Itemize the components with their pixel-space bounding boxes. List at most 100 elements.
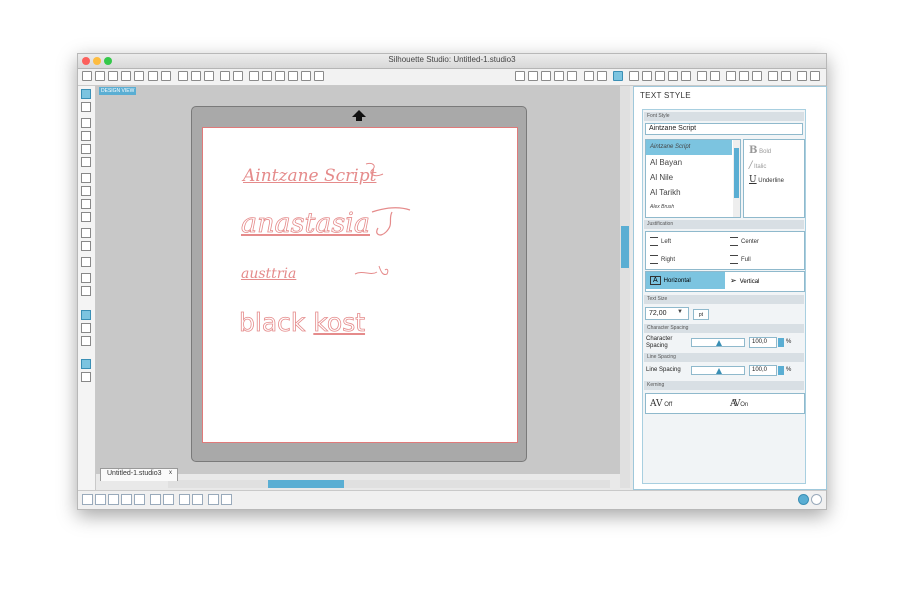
horizontal-scrollbar[interactable] — [168, 480, 610, 488]
font-list-item[interactable]: Al Nile — [646, 170, 732, 185]
refresh-icon[interactable] — [811, 494, 822, 505]
offset-icon[interactable] — [710, 71, 720, 81]
weld-icon[interactable] — [179, 494, 190, 505]
print-icon[interactable] — [148, 71, 158, 81]
character-spacing-slider[interactable] — [691, 338, 745, 347]
make-compound-icon[interactable] — [108, 494, 119, 505]
italic-toggle[interactable]: / Italic — [749, 160, 766, 171]
align-icon[interactable] — [629, 71, 639, 81]
arc-tool-icon[interactable] — [81, 228, 91, 238]
document-tab-close-icon[interactable]: x — [169, 470, 172, 476]
panel-toggle-icon[interactable] — [81, 359, 91, 369]
undo-icon[interactable] — [220, 71, 230, 81]
redo-icon[interactable] — [233, 71, 243, 81]
character-spacing-stepper[interactable] — [778, 338, 784, 347]
select-arrow-icon[interactable] — [81, 89, 91, 99]
font-list-item[interactable]: Alex Brush — [646, 200, 732, 215]
document-tab[interactable]: Untitled-1.studio3 x — [100, 468, 178, 481]
rounded-rectangle-tool-icon[interactable] — [81, 144, 91, 154]
ungroup-icon[interactable] — [95, 494, 106, 505]
release-compound-icon[interactable] — [121, 494, 132, 505]
design-page[interactable]: Aintzane Script anastasia austtria black… — [202, 127, 518, 443]
line-spacing-slider[interactable] — [691, 366, 745, 375]
save-icon[interactable] — [121, 71, 131, 81]
rectangle-tool-icon[interactable] — [81, 131, 91, 141]
page-setup-icon[interactable] — [597, 71, 607, 81]
scale-icon[interactable] — [655, 71, 665, 81]
font-list-item[interactable]: Aintzane Script — [646, 140, 732, 155]
registration-icon[interactable] — [221, 494, 232, 505]
replicate-quick-icon[interactable] — [208, 494, 219, 505]
group-icon[interactable] — [82, 494, 93, 505]
freehand-tool-icon[interactable] — [81, 199, 91, 209]
text-object[interactable]: anastasia — [241, 208, 371, 240]
justify-right-button[interactable]: Right — [650, 255, 675, 264]
delete-icon[interactable] — [163, 494, 174, 505]
text-style-icon[interactable] — [613, 71, 623, 81]
ellipse-tool-icon[interactable] — [81, 157, 91, 167]
fill-gradient-icon[interactable] — [528, 71, 538, 81]
underline-toggle[interactable]: U Underline — [749, 175, 784, 185]
fill-color-icon[interactable] — [515, 71, 525, 81]
text-object[interactable]: black kost — [239, 308, 366, 338]
library-icon[interactable] — [108, 71, 118, 81]
line-spacing-knob[interactable] — [716, 368, 722, 374]
move-icon[interactable] — [668, 71, 678, 81]
send-to-silhouette-icon[interactable] — [810, 71, 820, 81]
line-spacing-stepper[interactable] — [778, 366, 784, 375]
rotate-icon[interactable] — [642, 71, 652, 81]
send-to-cutter-icon[interactable] — [161, 71, 171, 81]
send-icon[interactable] — [768, 71, 778, 81]
sketch-icon[interactable] — [797, 71, 807, 81]
new-document-icon[interactable] — [82, 71, 92, 81]
text-size-dropdown-icon[interactable]: ▼ — [677, 309, 683, 315]
line-tool-icon[interactable] — [81, 118, 91, 128]
justify-center-button[interactable]: Center — [730, 237, 759, 246]
replicate-icon[interactable] — [681, 71, 691, 81]
transform-icon[interactable] — [584, 71, 594, 81]
character-spacing-input[interactable]: 100,0 — [749, 337, 777, 348]
font-list[interactable]: Aintzane Script Al Bayan Al Nile Al Tari… — [645, 139, 741, 218]
vertical-scroll-thumb[interactable] — [621, 226, 629, 268]
design-canvas[interactable]: DESIGN VIEW Aintzane Script anastasia au… — [96, 86, 620, 474]
point-edit-icon[interactable] — [81, 102, 91, 112]
library-view-icon[interactable] — [81, 323, 91, 333]
line-style-icon[interactable] — [567, 71, 577, 81]
copy-icon[interactable] — [191, 71, 201, 81]
eraser-tool-icon[interactable] — [81, 273, 91, 283]
split-view-icon[interactable] — [81, 372, 91, 382]
design-page-icon[interactable] — [81, 310, 91, 320]
drag-zoom-icon[interactable] — [301, 71, 311, 81]
text-object[interactable]: austtria — [241, 266, 296, 282]
save-library-icon[interactable] — [134, 71, 144, 81]
zoom-out-icon[interactable] — [275, 71, 285, 81]
bold-toggle[interactable]: B Bold — [749, 145, 771, 156]
curve-tool-icon[interactable] — [81, 186, 91, 196]
trace-icon[interactable] — [726, 71, 736, 81]
modify-icon[interactable] — [697, 71, 707, 81]
zoom-in-icon[interactable] — [262, 71, 272, 81]
text-object[interactable]: Aintzane Script — [243, 166, 376, 186]
line-spacing-input[interactable]: 100,0 — [749, 365, 777, 376]
line-color-icon[interactable] — [554, 71, 564, 81]
polygon-tool-icon[interactable] — [81, 173, 91, 183]
kerning-on-button[interactable]: AV On — [730, 399, 748, 409]
justify-left-button[interactable]: Left — [650, 237, 671, 246]
paste-icon[interactable] — [204, 71, 214, 81]
store-icon[interactable] — [781, 71, 791, 81]
horizontal-scroll-thumb[interactable] — [268, 480, 344, 488]
font-name-field[interactable]: Aintzane Script — [645, 123, 803, 135]
fit-to-page-icon[interactable] — [314, 71, 324, 81]
justify-full-button[interactable]: Full — [730, 255, 751, 264]
font-list-scroll-thumb[interactable] — [734, 148, 739, 198]
bring-to-front-icon[interactable] — [134, 494, 145, 505]
cut-settings-icon[interactable] — [752, 71, 762, 81]
horizontal-direction-button[interactable]: A Horizontal — [646, 272, 725, 289]
kerning-off-button[interactable]: AV Off — [650, 399, 672, 409]
zoom-select-icon[interactable] — [288, 71, 298, 81]
cut-icon[interactable] — [178, 71, 188, 81]
fill-pattern-icon[interactable] — [541, 71, 551, 81]
knife-tool-icon[interactable] — [81, 286, 91, 296]
open-folder-icon[interactable] — [95, 71, 105, 81]
smooth-freehand-icon[interactable] — [81, 212, 91, 222]
